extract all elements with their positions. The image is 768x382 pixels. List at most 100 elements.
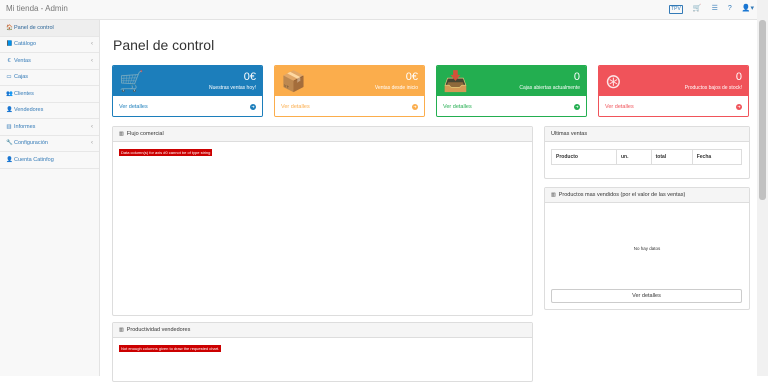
register-icon: ▭ <box>6 74 12 81</box>
wrench-icon: 🔧 <box>6 140 13 147</box>
sidebar-item-configuracion[interactable]: 🔧 Configuración ‹ <box>0 136 99 152</box>
card-ventas-hoy: 🛒 0€ Nuestras ventas hoy! Ver detalles ➜ <box>112 65 263 117</box>
column-header: total <box>650 149 693 165</box>
page-title: Panel de control <box>113 37 215 53</box>
sidebar-item-label: Clientes <box>14 90 34 97</box>
app-title[interactable]: Mi tienda - Admin <box>6 4 68 13</box>
bar-chart-icon: ▥ <box>119 327 124 333</box>
sidebar-item-label: Cajas <box>14 74 29 81</box>
ultimas-ventas-table: Producto un. total Fecha <box>551 149 743 165</box>
bar-chart-icon: ▥ <box>119 131 124 137</box>
card-value: 0 <box>735 71 742 83</box>
sidebar-item-label: Ventas <box>14 57 31 64</box>
column-header: Fecha <box>691 149 743 165</box>
panel-title: Flujo comercial <box>126 131 164 137</box>
card-cajas-abiertas: 📥 0 Cajas abiertas actualmente Ver detal… <box>436 65 587 117</box>
euro-icon: € <box>7 57 11 64</box>
card-link-label: Ver detalles <box>605 104 634 110</box>
sidebar-item-label: Panel de control <box>14 24 54 31</box>
panel-flujo-comercial: ▥ Flujo comercial Data column(s) for axi… <box>112 126 533 316</box>
help-icon[interactable]: ? <box>728 4 732 14</box>
card-label: Productos bajos de stock! <box>684 85 742 91</box>
scrollbar[interactable] <box>757 0 768 376</box>
panel-ultimas-ventas: Ultimas ventas Producto un. total Fecha <box>544 126 750 179</box>
card-header: 📥 0 Cajas abiertas actualmente <box>437 66 586 96</box>
panel-productividad-vendedores: ▥ Productividad vendedores Not enough co… <box>112 322 533 382</box>
sidebar-item-clientes[interactable]: 👥 Clientes <box>0 86 99 103</box>
sidebar-item-informes[interactable]: ▥ Informes ‹ <box>0 119 99 136</box>
card-link-label: Ver detalles <box>119 104 148 110</box>
arrow-right-icon: ➜ <box>412 104 418 110</box>
top-navbar: Mi tienda - Admin TPV 🛒 ☰ ? 👤▾ <box>0 0 768 20</box>
card-label: Cajas abiertas actualmente <box>519 85 580 91</box>
no-data-message: No hay datos <box>633 246 661 251</box>
bar-chart-icon: ▥ <box>551 192 556 198</box>
panel-title: Ultimas ventas <box>551 131 588 137</box>
panel-header: Ultimas ventas <box>545 127 749 142</box>
inbox-icon: 📥 <box>443 71 468 93</box>
column-header: un. <box>616 149 652 165</box>
ver-detalles-button[interactable]: Ver detalles <box>551 289 742 303</box>
card-ventas-inicio: 📦 0€ Ventas desde inicio Ver detalles ➜ <box>274 65 425 117</box>
chart-error-message: Data column(s) for axis #0 cannot be of … <box>119 149 213 156</box>
table-header-row: Producto un. total Fecha <box>551 149 743 165</box>
card-details-link[interactable]: Ver detalles ➜ <box>599 96 748 116</box>
arrow-right-icon: ➜ <box>736 104 742 110</box>
panel-title: Productos mas vendidos (por el valor de … <box>558 192 686 198</box>
boxes-icon: 📦 <box>281 71 306 93</box>
main-content: Panel de control 🛒 0€ Nuestras ventas ho… <box>101 20 757 382</box>
sidebar-item-panel-de-control[interactable]: 🏠 Panel de control <box>0 20 99 37</box>
scrollbar-thumb[interactable] <box>759 20 766 200</box>
chart-error-message: Not enough columns given to draw the req… <box>119 345 222 352</box>
card-details-link[interactable]: Ver detalles ➜ <box>275 96 424 116</box>
card-stock-bajo: ⊛ 0 Productos bajos de stock! Ver detall… <box>598 65 749 117</box>
card-value: 0€ <box>405 71 418 83</box>
list-icon[interactable]: ☰ <box>712 4 718 14</box>
card-label: Ventas desde inicio <box>374 85 418 91</box>
panel-header: ▥ Productos mas vendidos (por el valor d… <box>545 188 749 203</box>
column-header: Producto <box>551 149 617 165</box>
card-details-link[interactable]: Ver detalles ➜ <box>113 96 262 116</box>
sidebar-item-ventas[interactable]: € Ventas ‹ <box>0 53 99 70</box>
card-header: 📦 0€ Ventas desde inicio <box>275 66 424 96</box>
sidebar-item-cajas[interactable]: ▭ Cajas <box>0 70 99 86</box>
top-icons: TPV 🛒 ☰ ? 👤▾ <box>669 4 754 14</box>
sidebar-item-label: Informes <box>14 123 36 130</box>
arrow-right-icon: ➜ <box>574 104 580 110</box>
cart-icon[interactable]: 🛒 <box>693 4 702 14</box>
chevron-left-icon: ‹ <box>91 57 93 64</box>
bar-chart-icon: ▥ <box>6 123 12 130</box>
card-link-label: Ver detalles <box>443 104 472 110</box>
account-icon: 👤 <box>6 156 13 163</box>
chevron-left-icon: ‹ <box>91 123 93 130</box>
arrow-right-icon: ➜ <box>250 104 256 110</box>
tpv-icon[interactable]: TPV <box>669 4 683 14</box>
sidebar-item-vendedores[interactable]: 👤 Vendedores <box>0 103 99 119</box>
cart-icon: 🛒 <box>119 71 144 93</box>
card-header: 🛒 0€ Nuestras ventas hoy! <box>113 66 262 96</box>
sidebar-item-label: Vendedores <box>14 107 44 114</box>
sidebar-item-label: Cuenta Catinfog <box>14 156 54 163</box>
sidebar-item-cuenta[interactable]: 👤 Cuenta Catinfog <box>0 152 99 169</box>
card-value: 0€ <box>243 71 256 83</box>
user-icon: 👤 <box>6 107 13 114</box>
panel-header: ▥ Productividad vendedores <box>113 323 532 338</box>
sidebar-item-catalogo[interactable]: 📘 Catálogo ‹ <box>0 37 99 53</box>
chevron-left-icon: ‹ <box>91 41 93 48</box>
home-icon: 🏠 <box>6 24 13 31</box>
card-link-label: Ver detalles <box>281 104 310 110</box>
book-icon: 📘 <box>6 41 13 48</box>
panel-productos-mas-vendidos: ▥ Productos mas vendidos (por el valor d… <box>544 187 750 310</box>
users-icon: 👥 <box>6 90 13 97</box>
card-label: Nuestras ventas hoy! <box>209 85 256 91</box>
lifebuoy-icon: ⊛ <box>605 71 622 93</box>
panel-header: ▥ Flujo comercial <box>113 127 532 142</box>
user-menu-icon[interactable]: 👤▾ <box>742 4 754 14</box>
sidebar-item-label: Catálogo <box>14 41 37 48</box>
card-details-link[interactable]: Ver detalles ➜ <box>437 96 586 116</box>
sidebar: 🏠 Panel de control 📘 Catálogo ‹ € Ventas… <box>0 20 100 376</box>
card-value: 0 <box>573 71 580 83</box>
sidebar-item-label: Configuración <box>14 140 48 147</box>
panel-title: Productividad vendedores <box>126 327 191 333</box>
card-header: ⊛ 0 Productos bajos de stock! <box>599 66 748 96</box>
